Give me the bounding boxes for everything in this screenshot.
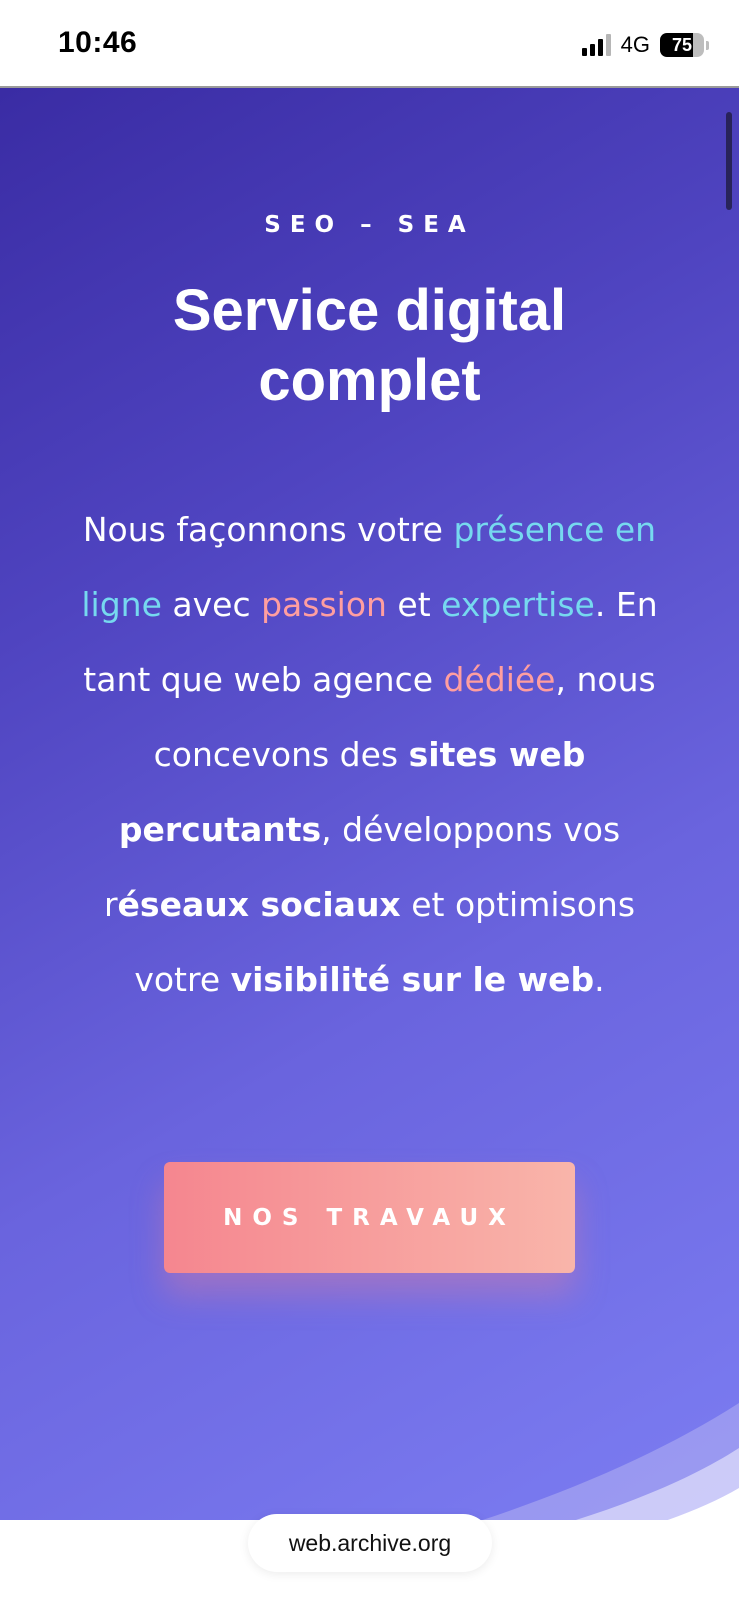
decorative-wave: [482, 1403, 739, 1520]
status-indicators: 4G 75: [581, 32, 709, 58]
hero-section: SEO – SEA Service digital complet Nous f…: [0, 88, 739, 1520]
text-fragment: et: [386, 585, 442, 624]
network-type: 4G: [620, 32, 650, 57]
battery-icon: 75: [660, 33, 704, 57]
text-fragment: .: [594, 960, 605, 999]
hero-eyebrow: SEO – SEA: [264, 212, 475, 238]
hero-title-line2: complet: [258, 348, 481, 413]
status-time: 10:46: [58, 26, 138, 59]
hero-description: Nous façonnons votre présence en ligne a…: [80, 492, 659, 1017]
battery-tip: [706, 40, 709, 50]
text-fragment: Nous façonnons votre: [82, 510, 454, 549]
scrollbar[interactable]: [726, 112, 732, 210]
highlight-passion: passion: [261, 585, 387, 624]
hero-title: Service digital complet: [0, 276, 739, 416]
hero-title-line1: Service digital: [172, 278, 567, 343]
status-bar: 10:46 4G 75: [0, 0, 739, 88]
nos-travaux-button[interactable]: NOS TRAVAUX: [164, 1162, 575, 1273]
browser-url-bar[interactable]: web.archive.org: [248, 1514, 492, 1572]
highlight-dediee: dédiée: [443, 660, 556, 699]
bold-visibilite: visibilité sur le web: [230, 960, 595, 999]
cellular-signal-icon: [581, 34, 611, 56]
battery-level: 75: [671, 34, 693, 55]
highlight-expertise: expertise: [441, 585, 595, 624]
text-fragment: avec: [161, 585, 262, 624]
bold-reseaux-sociaux: éseaux sociaux: [117, 885, 401, 924]
